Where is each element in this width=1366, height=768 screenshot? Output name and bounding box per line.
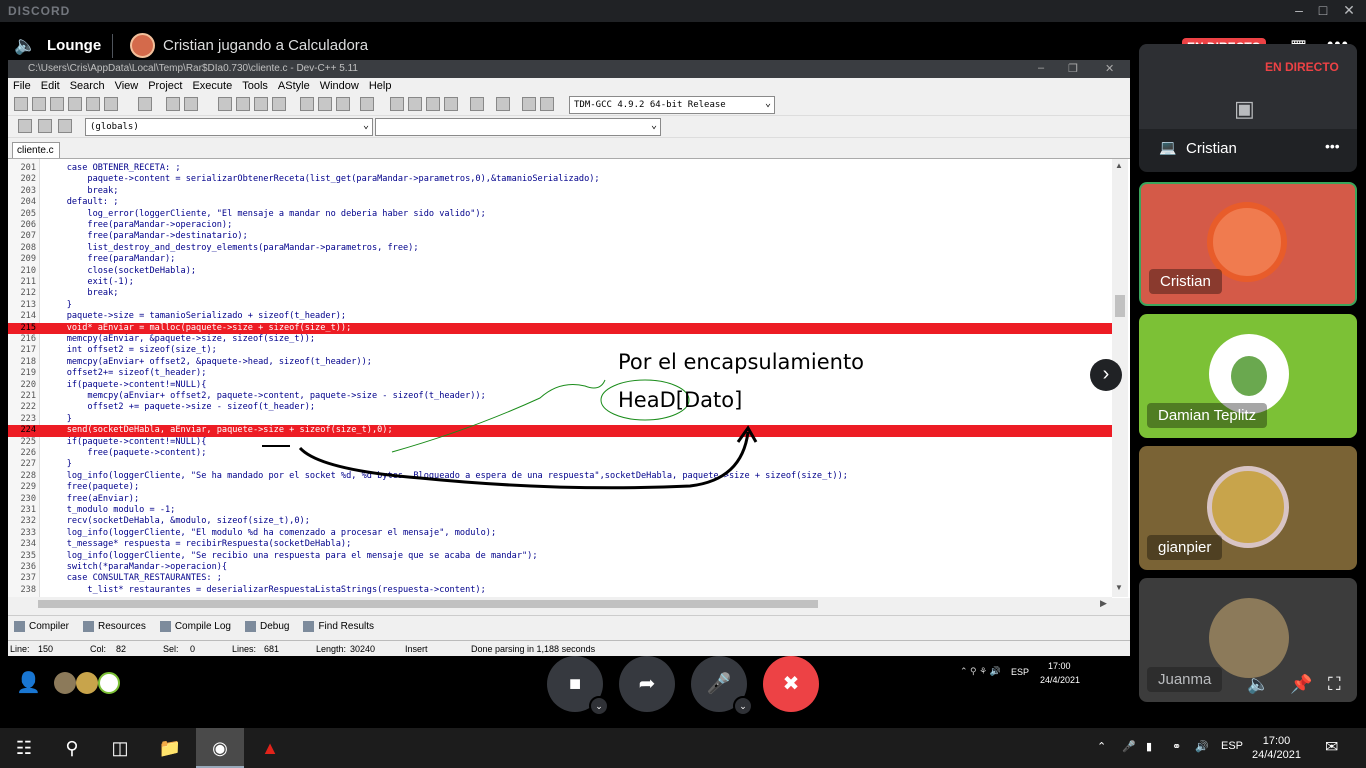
tray-battery-icon[interactable]: ▮: [1146, 740, 1152, 753]
annotation-green-line: [391, 379, 606, 453]
acrobat-icon[interactable]: ▲: [246, 728, 294, 768]
volume-icon[interactable]: 🔈: [1247, 674, 1269, 695]
preview-more-icon[interactable]: •••: [1325, 138, 1340, 154]
notifications-icon[interactable]: ✉: [1325, 737, 1338, 757]
taskbar-clock[interactable]: 17:00 24/4/2021: [1252, 734, 1301, 762]
microphone-icon: 🎤: [706, 673, 732, 695]
participant-name: Damian Teplitz: [1147, 403, 1268, 428]
camera-options-chevron-icon[interactable]: ⌄: [589, 696, 609, 716]
annotation-text-1: Por el encapsulamiento: [618, 350, 865, 374]
avatar: [98, 672, 120, 694]
next-arrow-icon[interactable]: ›: [1090, 359, 1122, 391]
tray-microphone-icon[interactable]: 🎤: [1122, 740, 1136, 753]
annotation-arrow-curve: [298, 431, 750, 490]
tray-wifi-icon[interactable]: ⚭: [1172, 740, 1181, 753]
participant-tile-damian[interactable]: Damian Teplitz: [1139, 314, 1357, 438]
screen-share-button[interactable]: ➦: [619, 656, 675, 712]
screen-share-icon: ➦: [638, 673, 656, 695]
annotation-text-2: HeaD[Dato]: [618, 388, 743, 412]
camera-icon: ■: [568, 673, 582, 695]
disconnect-button[interactable]: ✖: [763, 656, 819, 712]
camera-off-icon: ▣: [1234, 96, 1255, 121]
microphone-button[interactable]: 🎤 ⌄: [691, 656, 753, 716]
discord-taskbar-icon[interactable]: ◉: [196, 728, 244, 768]
add-user-icon[interactable]: 👤: [16, 670, 41, 695]
mic-options-chevron-icon[interactable]: ⌄: [733, 696, 753, 716]
tray-chevron-icon[interactable]: ⌃: [1097, 740, 1106, 753]
avatar-face: [1231, 356, 1267, 396]
participant-tile-gianpier[interactable]: gianpier: [1139, 446, 1357, 570]
remote-lang: ESP: [1011, 667, 1030, 677]
preview-live-badge: EN DIRECTO: [1265, 60, 1339, 74]
taskbar-time: 17:00: [1262, 735, 1291, 747]
pin-icon[interactable]: 📌: [1290, 674, 1312, 695]
remote-time: 17:00: [1048, 661, 1071, 671]
avatar: [76, 672, 98, 694]
tray-language[interactable]: ESP: [1221, 740, 1243, 752]
disconnect-icon: ✖: [782, 673, 800, 695]
task-view-icon[interactable]: ◫: [96, 728, 144, 768]
avatar: [1209, 598, 1289, 678]
screen-share-icon: 💻: [1159, 139, 1177, 155]
windows-start-icon[interactable]: ☷: [0, 728, 48, 768]
taskbar-date: 24/4/2021: [1252, 749, 1301, 761]
remote-date: 24/4/2021: [1040, 675, 1081, 685]
stream-preview-tile[interactable]: EN DIRECTO ▣ 💻 Cristian •••: [1139, 44, 1357, 172]
participant-name: Cristian: [1149, 269, 1222, 294]
fullscreen-icon[interactable]: ⛶: [1328, 674, 1341, 695]
participant-name: Juanma: [1147, 667, 1223, 692]
file-explorer-icon[interactable]: 📁: [146, 728, 194, 768]
remote-tray-icons: ⌃ ⚲ ⚘ 🔊: [960, 666, 1001, 676]
windows-taskbar: ☷ ⚲ ◫ 📁 ◉ ▲ ⌃ 🎤 ▮ ⚭ 🔊 ESP 17:00 24/4/202…: [0, 728, 1366, 768]
avatar: [54, 672, 76, 694]
participant-name: gianpier: [1147, 535, 1223, 560]
camera-button[interactable]: ■ ⌄: [547, 656, 609, 716]
stream-preview-label: Cristian: [1186, 140, 1237, 157]
search-icon[interactable]: ⚲: [48, 728, 96, 768]
tray-volume-icon[interactable]: 🔊: [1195, 740, 1209, 753]
participant-tile-cristian[interactable]: Cristian: [1139, 182, 1357, 306]
